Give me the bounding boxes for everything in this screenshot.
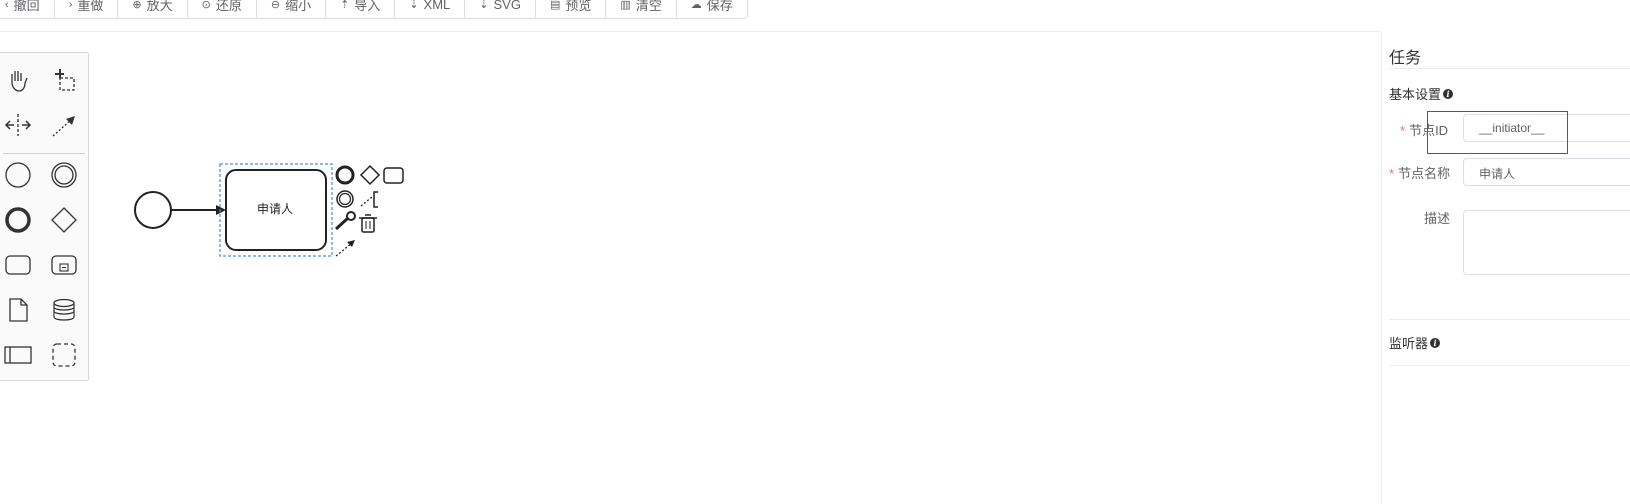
create-task[interactable] (1, 248, 35, 282)
node-name-input[interactable]: 申请人 (1463, 158, 1630, 186)
lasso-tool[interactable] (47, 63, 81, 97)
task-label: 申请人 (256, 202, 293, 216)
gateway-icon (51, 207, 77, 233)
palette (0, 52, 89, 381)
create-group[interactable] (47, 338, 81, 372)
text-annotation-icon[interactable] (360, 191, 378, 208)
basic-settings-header[interactable]: 基本设置 i (1389, 84, 1454, 103)
append-task-icon[interactable] (383, 167, 404, 184)
subprocess-icon (51, 255, 77, 275)
create-start-event[interactable] (1, 158, 35, 192)
node-name-label: * 节点名称 (1389, 163, 1450, 182)
properties-panel: 任务 基本设置 i * 节点ID __initiator__ * 节点名称 申请人 … (1381, 32, 1630, 504)
create-end-event[interactable] (1, 203, 35, 237)
listener-label: 监听器 (1389, 336, 1429, 351)
start-event[interactable] (134, 191, 172, 229)
create-gateway[interactable] (47, 203, 81, 237)
highlight-box (1427, 111, 1568, 154)
hand-tool[interactable] (1, 63, 35, 97)
required-mark: * (1400, 123, 1406, 138)
description-textarea[interactable] (1463, 210, 1630, 275)
basic-settings-label: 基本设置 (1389, 87, 1442, 102)
connect-icon[interactable] (335, 240, 355, 257)
data-store-icon (53, 298, 75, 321)
required-mark: * (1389, 166, 1395, 181)
listener-divider (1389, 365, 1630, 366)
append-end-event-icon[interactable] (335, 165, 355, 185)
end-event-icon (5, 207, 31, 233)
diagram-svg (134, 163, 404, 257)
node-name-label-text: 节点名称 (1398, 166, 1451, 181)
sequence-flow-arrow (216, 205, 226, 215)
listener-header[interactable]: 监听器 i (1389, 333, 1441, 352)
delete-icon[interactable] (359, 214, 377, 233)
create-data-object[interactable] (1, 293, 35, 327)
intermediate-event-icon (51, 162, 77, 188)
panel-title: 任务 (1389, 50, 1422, 67)
space-icon (4, 114, 32, 136)
info-icon: i (1443, 88, 1454, 99)
description-label: 描述 (1424, 211, 1451, 226)
task-icon (5, 255, 31, 275)
title-divider (1389, 68, 1630, 69)
create-subprocess[interactable] (47, 248, 81, 282)
diagram-canvas[interactable]: 申请人 (0, 0, 1381, 504)
append-gateway-icon[interactable] (359, 164, 381, 186)
space-tool[interactable] (1, 108, 35, 142)
wrench-icon[interactable] (334, 211, 356, 231)
global-connect-icon (52, 116, 75, 137)
section-divider (1389, 319, 1630, 320)
palette-separator (3, 153, 85, 154)
create-pool[interactable] (1, 338, 35, 372)
info-icon: i (1430, 337, 1441, 348)
pool-icon (4, 346, 32, 364)
global-connect-tool[interactable] (47, 108, 81, 142)
data-object-icon (9, 298, 28, 322)
create-data-store[interactable] (47, 293, 81, 327)
lasso-icon (55, 69, 75, 91)
create-intermediate-event[interactable] (47, 158, 81, 192)
start-event-icon (5, 162, 31, 188)
hand-icon (11, 71, 28, 92)
group-icon (52, 343, 76, 367)
